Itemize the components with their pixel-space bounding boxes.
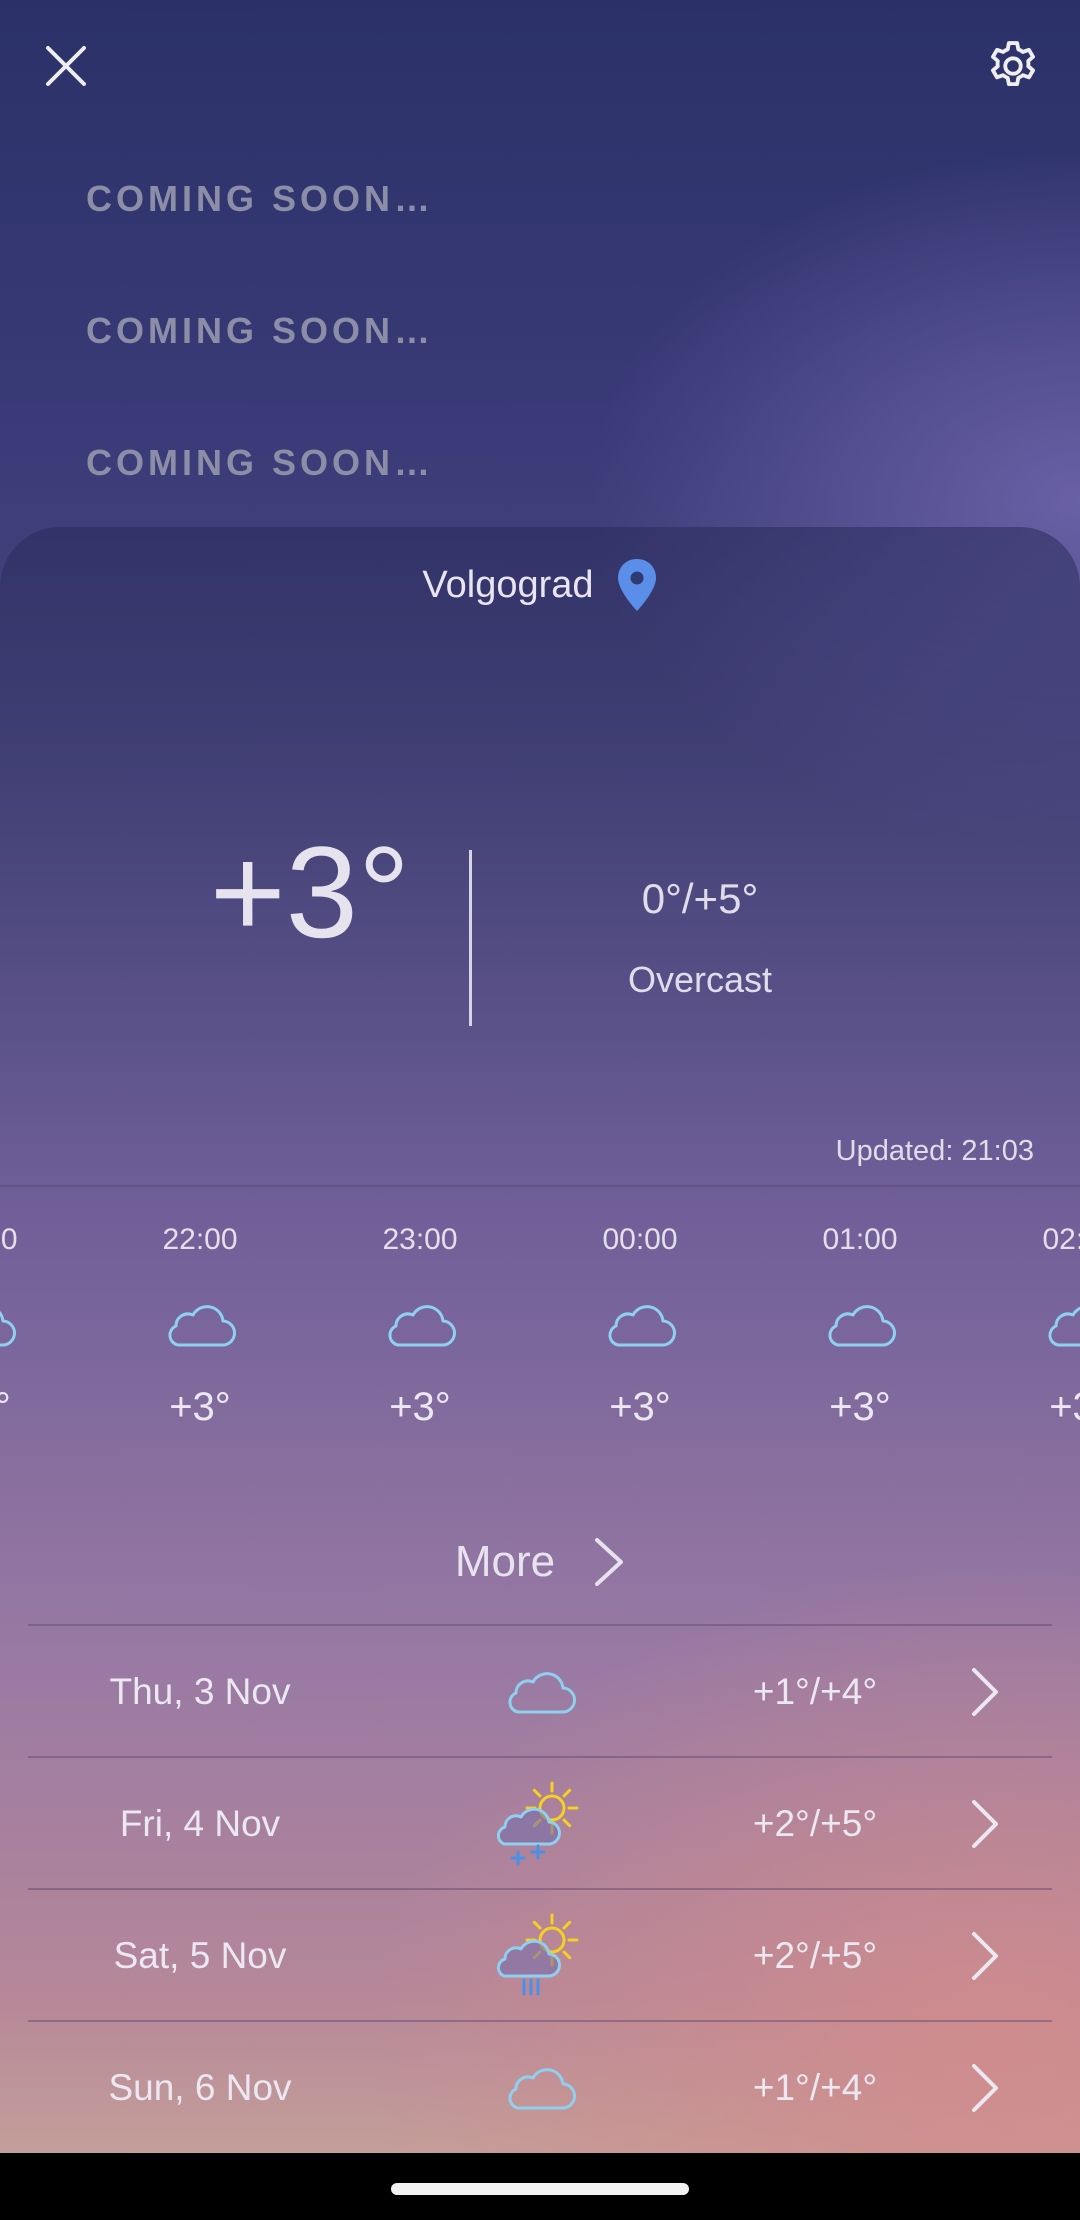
hourly-time: 00:00	[602, 1223, 678, 1256]
cloud-icon	[0, 1301, 20, 1351]
menu-item-coming-soon-2[interactable]: COMING SOON…	[86, 310, 434, 352]
gear-icon	[991, 41, 1035, 87]
today-range: 0°/+5°	[641, 875, 759, 922]
more-button[interactable]: More	[0, 1527, 1080, 1597]
hourly-item: 00:00 +3°	[540, 1223, 740, 1463]
hourly-time: 21:00	[0, 1223, 18, 1256]
hourly-item: 01:00 +3°	[760, 1223, 960, 1463]
weather-sheet[interactable]: Volgograd +3° 0°/+5° Overcast Updated: 2…	[0, 527, 1080, 2153]
cloud-icon	[600, 1301, 680, 1351]
menu-item-coming-soon-3[interactable]: COMING SOON…	[86, 442, 434, 484]
cloud-icon	[490, 2044, 590, 2134]
chevron-right-icon	[972, 1668, 998, 1716]
cloud-icon	[490, 1648, 590, 1738]
chevron-right-icon	[972, 1800, 998, 1848]
hourly-item: 21:00 +3°	[0, 1223, 80, 1463]
hourly-temperature: +3°	[829, 1385, 891, 1429]
hourly-temperature: +3°	[169, 1385, 231, 1429]
cloud-icon	[160, 1301, 240, 1351]
chevron-right-icon	[972, 2064, 998, 2112]
home-indicator[interactable]	[391, 2183, 689, 2195]
hourly-top-divider	[0, 1185, 1080, 1187]
chevron-right-icon	[972, 1932, 998, 1980]
cloud-icon	[820, 1301, 900, 1351]
daily-date: Thu, 3 Nov	[109, 1671, 291, 1712]
hourly-time: 02:00	[1042, 1223, 1080, 1256]
sun-cloud-rain-icon	[490, 1912, 590, 2002]
temperature-divider	[469, 850, 472, 1026]
hourly-temperature: +3°	[0, 1385, 11, 1429]
hourly-temperature: +3°	[1049, 1385, 1080, 1429]
hourly-item: 02:00 +3°	[980, 1223, 1080, 1463]
hourly-time: 23:00	[382, 1223, 458, 1256]
current-temperature: +3°	[209, 819, 410, 965]
hourly-item: 22:00 +3°	[100, 1223, 300, 1463]
menu-item-coming-soon-1[interactable]: COMING SOON…	[86, 178, 434, 220]
updated-time: Updated: 21:03	[835, 1135, 1034, 1167]
daily-date: Sun, 6 Nov	[108, 2067, 292, 2108]
daily-row[interactable]: Thu, 3 Nov +1°/+4°	[0, 1626, 1080, 1756]
daily-range: +2°/+5°	[752, 1803, 878, 1844]
sun-cloud-snow-icon	[490, 1780, 590, 1870]
daily-row[interactable]: Sun, 6 Nov +1°/+4°	[0, 2022, 1080, 2152]
close-button[interactable]	[36, 36, 96, 96]
daily-date: Fri, 4 Nov	[119, 1803, 281, 1844]
daily-range: +1°/+4°	[752, 1671, 878, 1712]
hourly-time: 22:00	[162, 1223, 238, 1256]
daily-range: +2°/+5°	[752, 1935, 878, 1976]
location-pin-icon	[617, 559, 656, 611]
hourly-temperature: +3°	[389, 1385, 451, 1429]
settings-button[interactable]	[980, 33, 1046, 99]
city-name: Volgograd	[422, 563, 594, 606]
close-icon	[46, 46, 86, 86]
hourly-forecast-scroller[interactable]: 21:00 +3° 22:00 +3° 23:00 +3° 00:00 +3° 01:00 +3°…	[0, 1223, 1080, 1463]
hourly-temperature: +3°	[609, 1385, 671, 1429]
cloud-icon	[1040, 1301, 1080, 1351]
daily-row[interactable]: Sat, 5 Nov +2°/+5°	[0, 1890, 1080, 2020]
hourly-time: 01:00	[822, 1223, 898, 1256]
daily-range: +1°/+4°	[752, 2067, 878, 2108]
chevron-right-icon	[595, 1538, 624, 1586]
current-condition: Overcast	[627, 959, 773, 1000]
cloud-icon	[380, 1301, 460, 1351]
daily-date: Sat, 5 Nov	[113, 1935, 287, 1976]
more-label: More	[454, 1537, 556, 1586]
location-row[interactable]: Volgograd	[0, 550, 1080, 620]
daily-row[interactable]: Fri, 4 Nov +2°/+5°	[0, 1758, 1080, 1888]
hourly-item: 23:00 +3°	[320, 1223, 520, 1463]
